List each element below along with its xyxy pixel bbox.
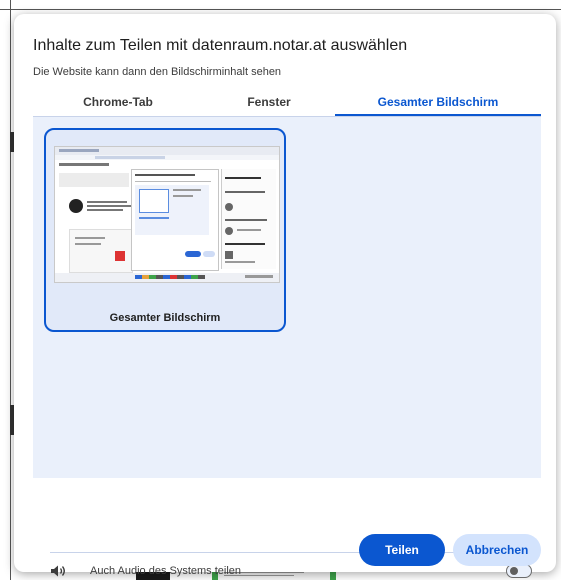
source-label: Gesamter Bildschirm — [109, 312, 221, 324]
source-entire-screen[interactable]: Gesamter Bildschirm — [44, 128, 286, 332]
audio-share-toggle[interactable] — [506, 564, 532, 578]
cancel-button[interactable]: Abbrechen — [453, 534, 541, 566]
background-divider — [10, 0, 11, 580]
screen-preview-thumbnail — [54, 146, 280, 283]
toggle-knob — [510, 567, 518, 575]
audio-share-label: Auch Audio des Systems teilen — [90, 565, 242, 577]
screen-share-dialog: Inhalte zum Teilen mit datenraum.notar.a… — [14, 14, 556, 578]
speaker-icon — [51, 565, 65, 577]
tab-window[interactable]: Fenster — [203, 94, 335, 116]
tab-entire-screen[interactable]: Gesamter Bildschirm — [335, 94, 541, 116]
dialog-subtitle: Die Website kann dann den Bildschirminha… — [33, 66, 282, 78]
background-page-edge — [0, 0, 14, 580]
share-button[interactable]: Teilen — [359, 534, 445, 566]
tab-chrome-tab[interactable]: Chrome-Tab — [33, 94, 203, 116]
source-tabs: Chrome-Tab Fenster Gesamter Bildschirm — [33, 94, 541, 116]
background-divider-top — [0, 9, 561, 10]
dialog-title: Inhalte zum Teilen mit datenraum.notar.a… — [33, 37, 408, 54]
source-panel: Gesamter Bildschirm Auch Audio des Syste… — [33, 116, 541, 578]
